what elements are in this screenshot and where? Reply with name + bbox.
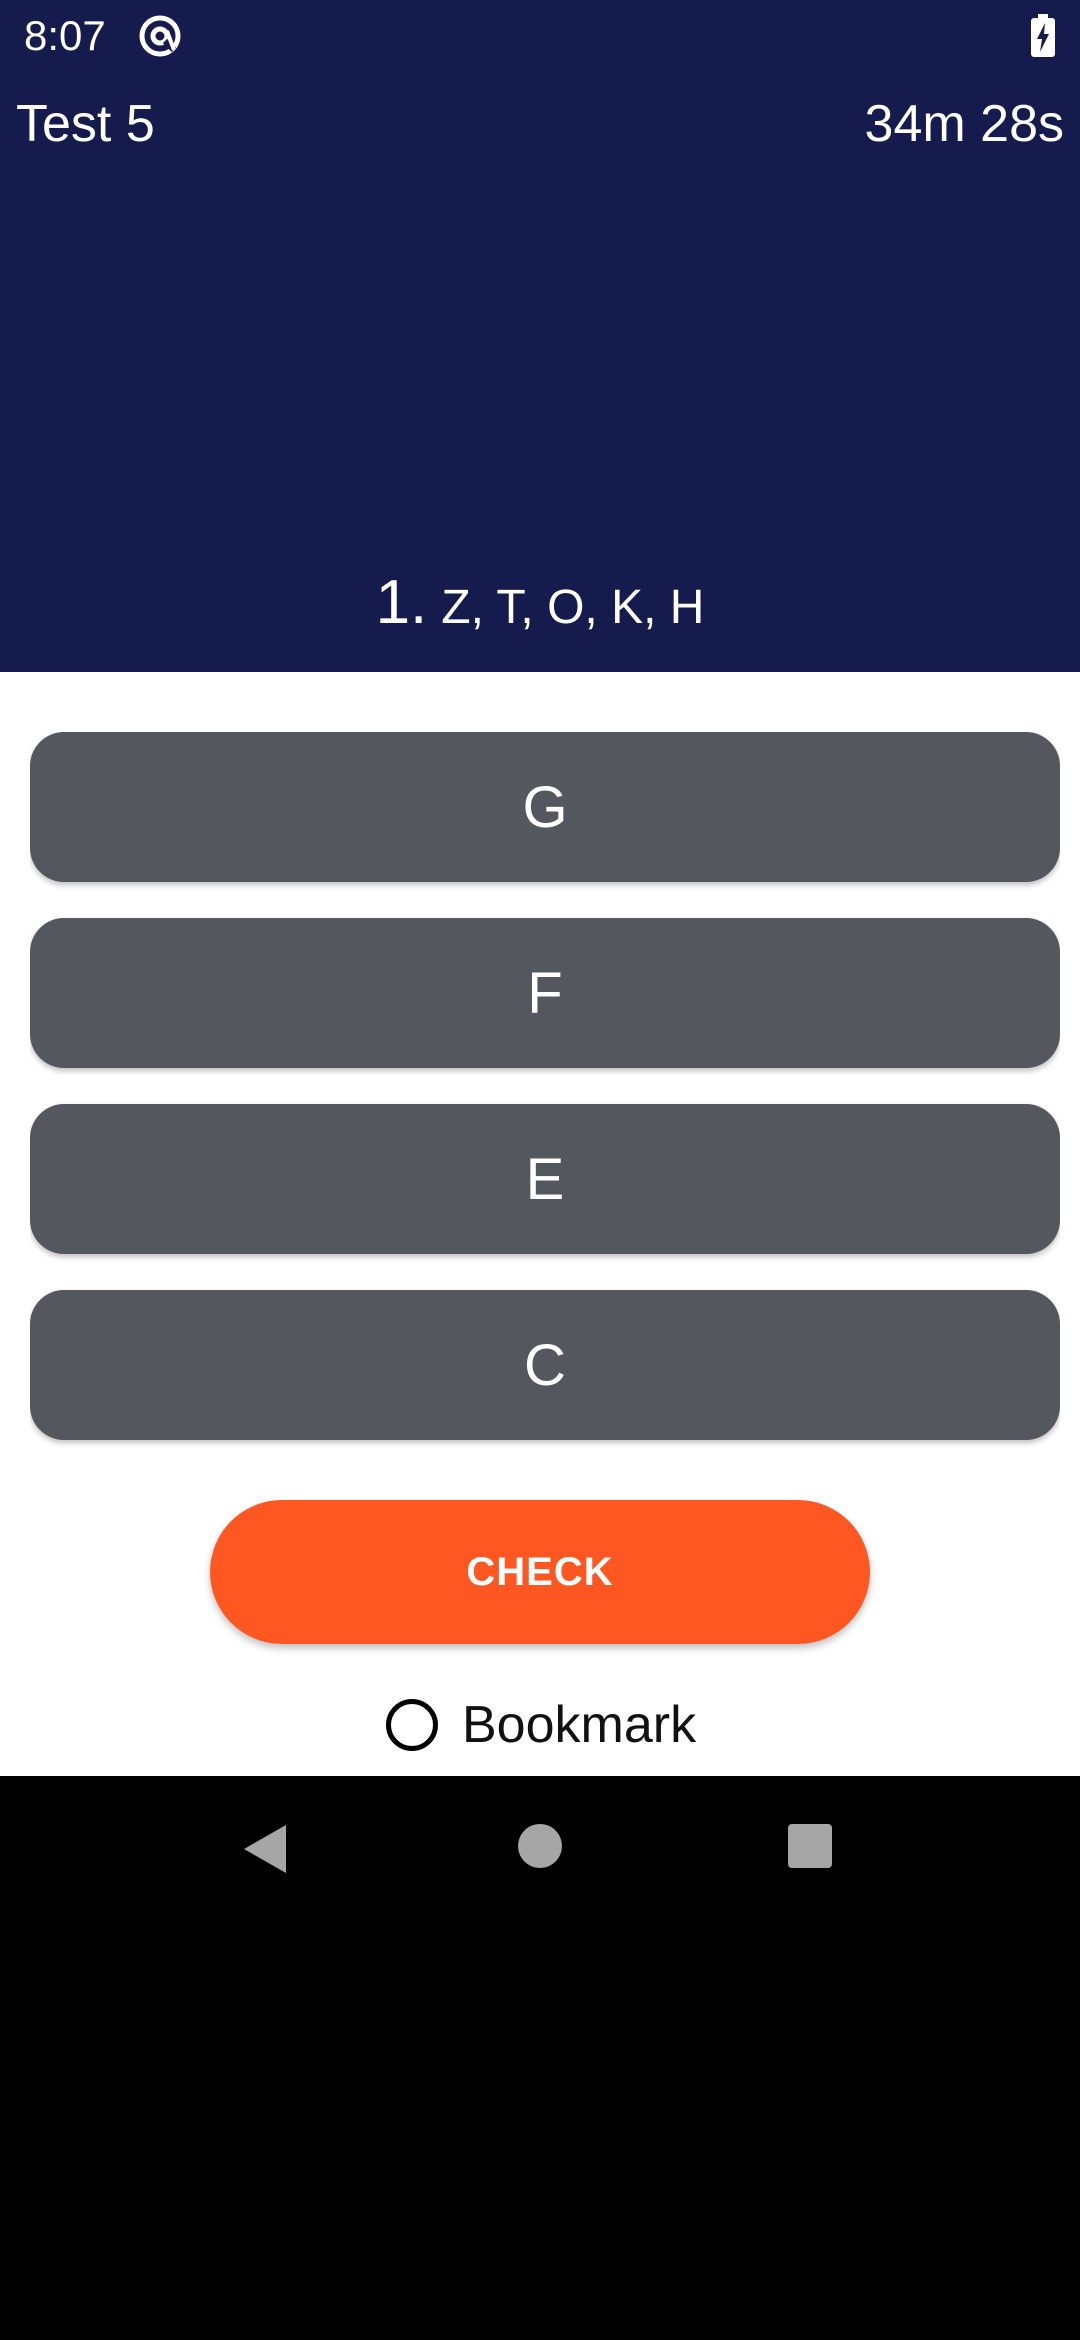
recents-square-icon[interactable] xyxy=(786,1822,834,1870)
test-title: Test 5 xyxy=(16,95,155,153)
radio-unchecked-icon[interactable] xyxy=(386,1699,438,1751)
bookmark-toggle[interactable]: Bookmark xyxy=(386,1688,696,1762)
status-time: 8:07 xyxy=(24,12,106,59)
battery-charging-icon xyxy=(1031,14,1055,57)
question-text: Z, T, O, K, H xyxy=(441,581,705,634)
option-button[interactable]: F xyxy=(30,918,1060,1068)
check-button[interactable]: CHECK xyxy=(210,1500,870,1644)
option-button[interactable]: C xyxy=(30,1290,1060,1440)
bookmark-label: Bookmark xyxy=(462,1696,697,1754)
screen: 8:07 Test 5 34m 28s 1. Z, T, O, K, H G F … xyxy=(0,0,1080,2340)
header: 8:07 Test 5 34m 28s 1. Z, T, O, K, H xyxy=(0,0,1080,672)
option-button[interactable]: E xyxy=(30,1104,1060,1254)
answer-panel: G F E C CHECK Bookmark xyxy=(0,672,1080,1776)
home-circle-icon[interactable] xyxy=(516,1822,564,1870)
countdown-timer: 34m 28s xyxy=(864,95,1064,153)
at-sign-circle-icon xyxy=(139,15,181,57)
system-nav-bar xyxy=(0,1776,1080,1920)
back-triangle-icon[interactable] xyxy=(240,1822,290,1876)
question-number: 1. xyxy=(375,568,428,637)
question: 1. Z, T, O, K, H xyxy=(0,568,1080,654)
option-button[interactable]: G xyxy=(30,732,1060,882)
options-list: G F E C xyxy=(30,732,1060,1500)
